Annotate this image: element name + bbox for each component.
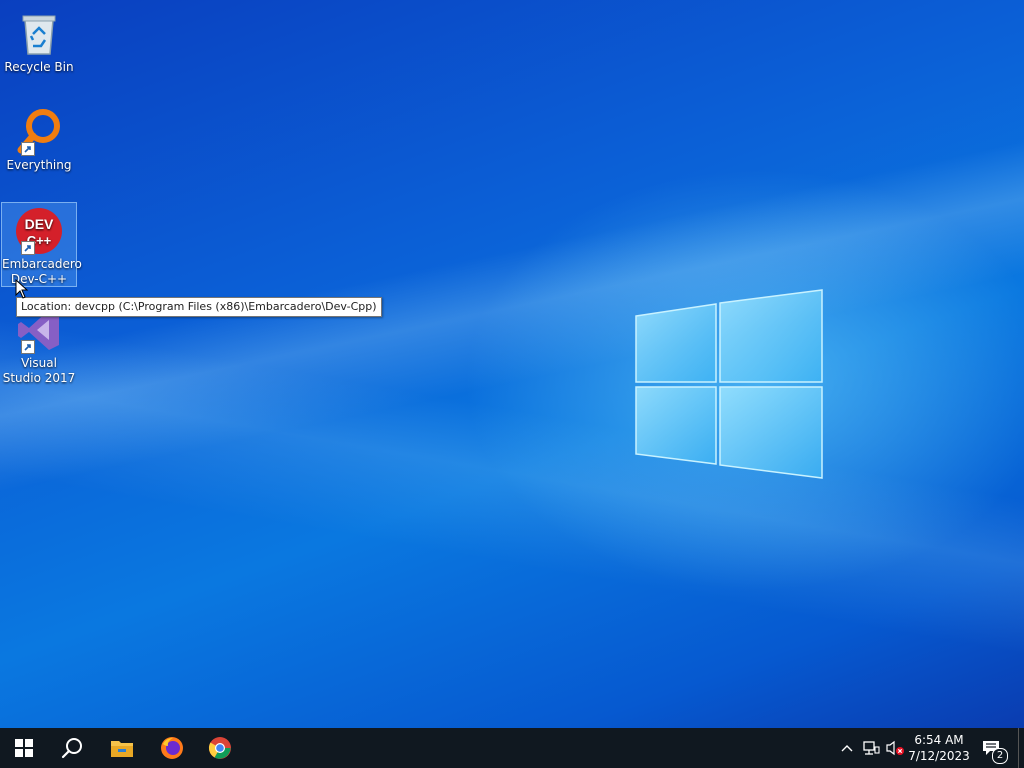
devcpp-icon: DEV C++ [15,207,63,255]
action-center-button[interactable]: 2 [978,728,1008,768]
desktop-icon-label: Everything [6,158,72,172]
desktop-icon-everything[interactable]: Everything [2,104,76,176]
show-hidden-icons-button[interactable] [838,728,856,768]
taskbar-file-explorer[interactable] [98,728,146,768]
clock-time: 6:54 AM [914,733,964,747]
folder-icon [111,741,133,757]
windows-logo-wallpaper [635,289,823,479]
notification-count-badge: 2 [992,748,1008,764]
desktop-icon-label: Recycle Bin [4,60,74,74]
firefox-icon [161,737,183,759]
mouse-cursor-icon [15,279,29,299]
desktop-icon-recycle-bin[interactable]: Recycle Bin [2,6,76,76]
search-icon [61,738,82,759]
devcpp-logo-text-top: DEV [25,216,54,232]
network-tray-button[interactable] [860,728,882,768]
everything-search-icon [15,108,63,156]
taskbar-firefox[interactable] [148,728,196,768]
shortcut-arrow-icon [21,142,35,156]
wallpaper-light-beam [0,0,1024,728]
wallpaper-light-beam-lower [0,0,1024,728]
desktop-icon-label: Visual Studio 2017 [2,356,76,385]
taskbar-clock[interactable]: 6:54 AM 7/12/2023 [906,728,972,768]
desktop[interactable]: Recycle Bin Everything DEV C++ Embarcade… [0,0,1024,728]
start-button[interactable] [0,728,48,768]
shortcut-arrow-icon [21,340,35,354]
shortcut-arrow-icon [21,241,35,255]
volume-muted-icon [886,740,904,756]
chevron-up-icon [841,745,853,752]
show-desktop-button[interactable] [1018,728,1024,768]
desktop-icon-devcpp[interactable]: DEV C++ Embarcadero Dev-C++ [1,202,82,287]
taskbar-chrome[interactable] [196,728,244,768]
network-icon [863,741,880,755]
volume-tray-button[interactable] [884,728,906,768]
desktop-icon-label: Embarcadero Dev-C++ [2,257,82,286]
chrome-icon [208,737,231,759]
clock-date: 7/12/2023 [908,749,970,763]
taskbar-search-button[interactable] [48,728,96,768]
windows-start-icon [15,739,33,757]
taskbar: 6:54 AM 7/12/2023 2 [0,728,1024,768]
icon-location-tooltip: Location: devcpp (C:\Program Files (x86)… [16,297,382,317]
recycle-bin-icon [15,10,63,58]
